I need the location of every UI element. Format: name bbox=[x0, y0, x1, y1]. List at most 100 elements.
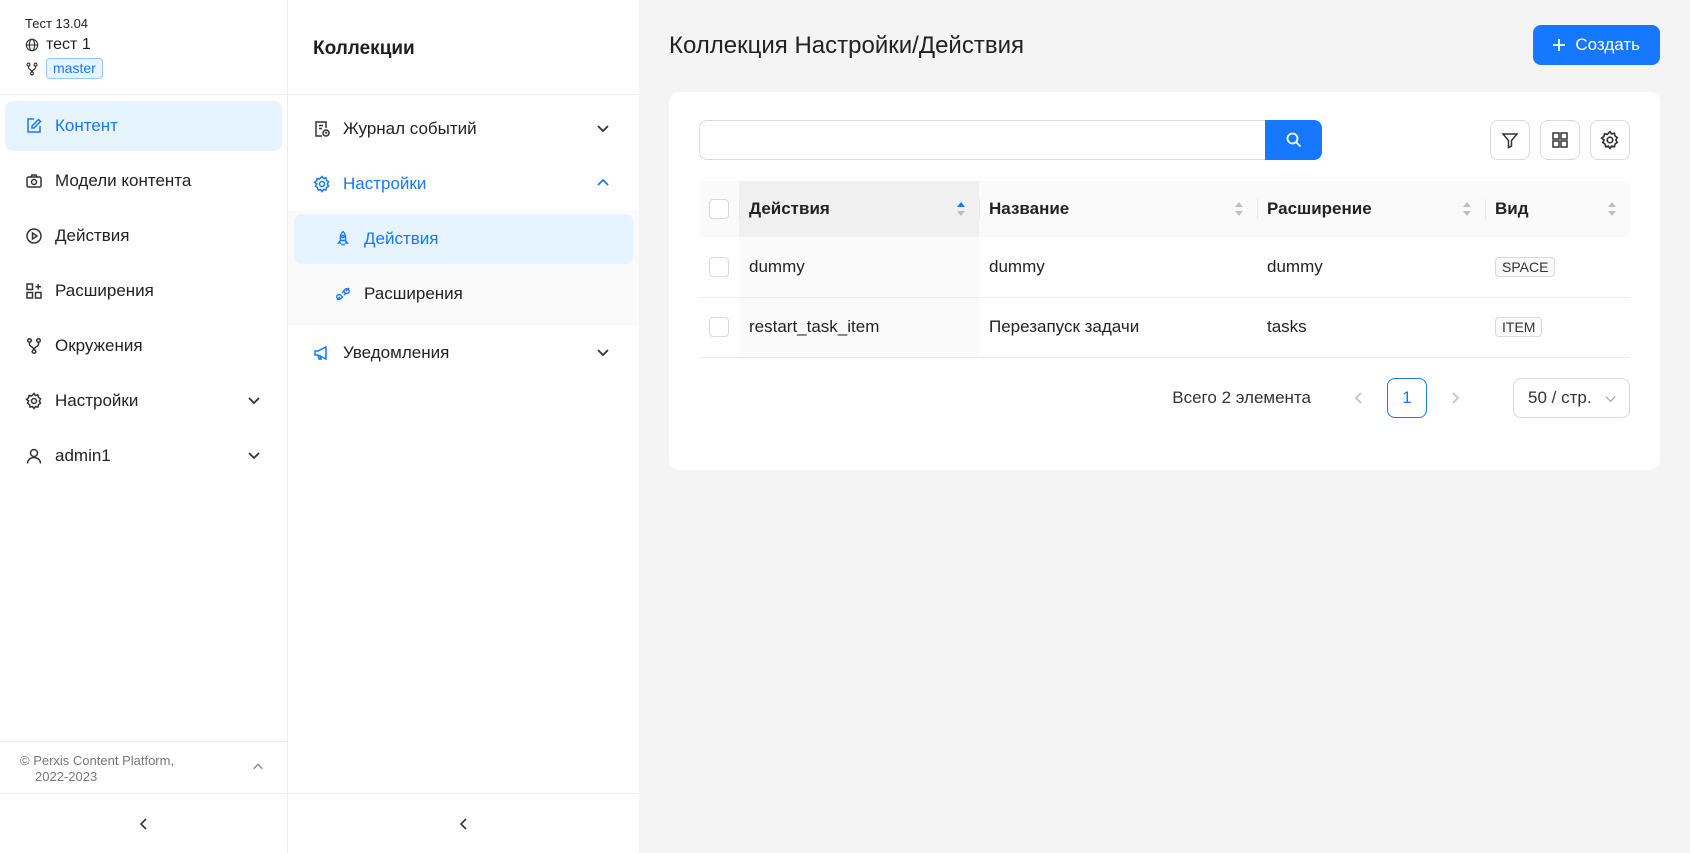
column-header-kind[interactable]: Вид bbox=[1485, 181, 1630, 237]
table-settings-button[interactable] bbox=[1590, 120, 1630, 160]
pagination: Всего 2 элемента 1 50 / стр. bbox=[699, 377, 1630, 418]
row-select-cell bbox=[699, 237, 739, 298]
space-name: тест 1 bbox=[46, 36, 91, 53]
table-toolbar bbox=[699, 120, 1630, 160]
page-size-select[interactable]: 50 / стр. bbox=[1513, 377, 1630, 418]
chevron-up-icon bbox=[597, 178, 609, 186]
row-checkbox[interactable] bbox=[709, 317, 729, 337]
megaphone-icon bbox=[313, 344, 331, 362]
chevron-up-icon[interactable] bbox=[251, 760, 265, 774]
chevron-down-icon bbox=[248, 452, 260, 460]
settings-subgroup: Действия Расширения bbox=[288, 211, 639, 325]
prev-page-button[interactable] bbox=[1341, 380, 1377, 416]
cell-extension: tasks bbox=[1257, 297, 1485, 358]
create-button[interactable]: Создать bbox=[1533, 24, 1660, 65]
page-number-button[interactable]: 1 bbox=[1387, 377, 1427, 418]
next-page-button[interactable] bbox=[1437, 380, 1473, 416]
collection-label: Уведомления bbox=[343, 342, 450, 362]
collection-card: Действия Название Расширение Вид dummy d… bbox=[669, 92, 1660, 470]
collection-event-log[interactable]: Журнал событий bbox=[288, 101, 639, 156]
chevron-down-icon bbox=[597, 349, 609, 357]
column-header-extension[interactable]: Расширение bbox=[1257, 181, 1485, 237]
collection-notifications[interactable]: Уведомления bbox=[288, 325, 639, 380]
collection-label: Действия bbox=[364, 229, 439, 248]
nav-item-label: admin1 bbox=[55, 446, 111, 465]
organization-name: Тест 13.04 bbox=[25, 16, 89, 31]
copyright-text: © Perxis Content Platform, bbox=[20, 753, 175, 768]
column-header-name[interactable]: Название bbox=[979, 181, 1257, 237]
row-select-cell bbox=[699, 297, 739, 358]
page-header: Коллекция Настройки/Действия Создать bbox=[669, 0, 1660, 92]
chevron-down-icon bbox=[1605, 395, 1616, 402]
table-row[interactable]: dummy dummy dummy SPACE bbox=[699, 237, 1630, 298]
collection-actions[interactable]: Действия bbox=[294, 214, 633, 264]
main-sidebar: Тест 13.04 тест 1 master Контент Модели … bbox=[0, 0, 288, 853]
page-size-value: 50 / стр. bbox=[1528, 387, 1592, 407]
sort-icon bbox=[1608, 202, 1616, 216]
select-all-checkbox[interactable] bbox=[709, 199, 729, 219]
nav-item-label: Настройки bbox=[55, 391, 139, 410]
log-icon bbox=[313, 120, 331, 138]
globe-icon bbox=[25, 38, 39, 52]
create-button-label: Создать bbox=[1575, 34, 1640, 54]
nav-item-user[interactable]: admin1 bbox=[5, 431, 282, 481]
grid-icon bbox=[1552, 132, 1568, 148]
cell-action: restart_task_item bbox=[739, 297, 979, 358]
nav-item-actions[interactable]: Действия bbox=[5, 211, 282, 261]
gear-icon bbox=[1600, 130, 1619, 150]
nav-item-label: Окружения bbox=[55, 336, 143, 355]
items-table: Действия Название Расширение Вид dummy d… bbox=[699, 181, 1630, 358]
table-tools bbox=[1490, 120, 1630, 160]
chevron-down-icon bbox=[597, 125, 609, 133]
branch-icon bbox=[26, 62, 38, 75]
chevron-right-icon bbox=[1452, 391, 1460, 404]
grid-view-button[interactable] bbox=[1540, 120, 1580, 160]
play-circle-icon bbox=[25, 227, 43, 245]
copyright-years: 2022-2023 bbox=[35, 769, 98, 784]
sidebar-collapse-button[interactable] bbox=[0, 793, 287, 853]
nav-item-label: Контент bbox=[55, 116, 118, 135]
user-icon bbox=[25, 447, 43, 465]
chevron-left-icon bbox=[139, 817, 147, 830]
cell-name: Перезапуск задачи bbox=[979, 297, 1257, 358]
nav-item-content[interactable]: Контент bbox=[5, 101, 282, 151]
branch-icon bbox=[25, 337, 43, 355]
rocket-icon bbox=[334, 230, 352, 248]
gear-icon bbox=[25, 392, 43, 410]
nav-item-extensions[interactable]: Расширения bbox=[5, 266, 282, 316]
cell-kind: SPACE bbox=[1485, 237, 1630, 298]
gear-icon bbox=[313, 174, 331, 193]
search-input[interactable] bbox=[699, 120, 1265, 160]
nav-item-content-models[interactable]: Модели контента bbox=[5, 156, 282, 206]
nav-item-settings[interactable]: Настройки bbox=[5, 376, 282, 426]
search-button[interactable] bbox=[1265, 120, 1322, 160]
column-header-actions[interactable]: Действия bbox=[739, 181, 979, 237]
edit-icon bbox=[25, 117, 43, 135]
total-count: Всего 2 элемента bbox=[1172, 387, 1311, 407]
plug-icon bbox=[334, 285, 352, 303]
collections-list: Журнал событий Настройки Действия Расшир… bbox=[288, 95, 639, 380]
collections-panel: Коллекции Журнал событий Настройки Дейст… bbox=[288, 0, 639, 853]
collection-settings[interactable]: Настройки bbox=[288, 156, 639, 211]
collections-collapse-button[interactable] bbox=[288, 793, 639, 853]
cell-action: dummy bbox=[739, 237, 979, 298]
table-row[interactable]: restart_task_item Перезапуск задачи task… bbox=[699, 297, 1630, 358]
filter-button[interactable] bbox=[1490, 120, 1530, 160]
branch-tag[interactable]: master bbox=[46, 58, 103, 79]
sort-icon bbox=[957, 202, 965, 216]
nav-item-environments[interactable]: Окружения bbox=[5, 321, 282, 371]
space-info[interactable]: Тест 13.04 тест 1 master bbox=[0, 0, 287, 95]
column-label: Действия bbox=[749, 199, 830, 218]
plus-icon bbox=[1553, 38, 1566, 51]
collection-label: Расширения bbox=[364, 284, 463, 303]
space-row: тест 1 bbox=[25, 36, 287, 54]
search-group bbox=[699, 120, 1322, 160]
collection-extensions[interactable]: Расширения bbox=[294, 269, 633, 319]
row-checkbox[interactable] bbox=[709, 256, 729, 277]
collection-label: Журнал событий bbox=[343, 118, 477, 138]
apps-icon bbox=[25, 282, 43, 300]
nav-item-label: Расширения bbox=[55, 281, 154, 300]
sort-icon bbox=[1235, 202, 1243, 216]
collections-title: Коллекции bbox=[288, 0, 639, 95]
cell-kind: ITEM bbox=[1485, 297, 1630, 358]
